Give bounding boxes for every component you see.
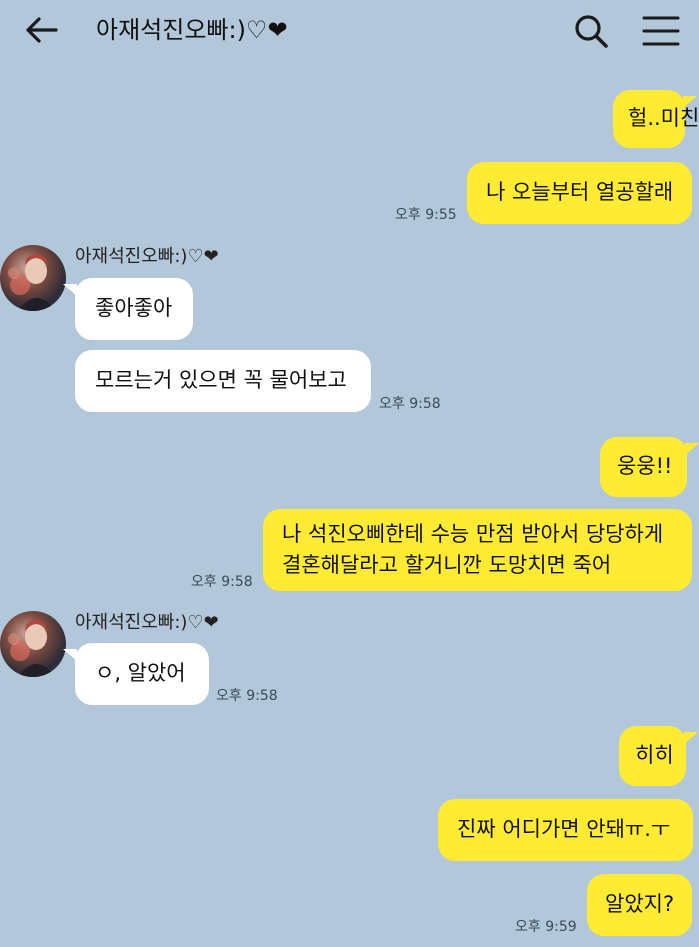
bubble-tail bbox=[63, 649, 77, 661]
message-text: 알았지? bbox=[605, 892, 675, 916]
arrow-left-icon bbox=[26, 17, 58, 43]
message-bubble-sent[interactable]: 진짜 어디가면 안돼ㅠ.ㅜ bbox=[438, 799, 693, 861]
bubble-tail bbox=[684, 732, 698, 744]
message-bubble-sent[interactable]: 웅웅!! bbox=[600, 437, 687, 497]
message-text: 좋아좋아 bbox=[95, 296, 173, 320]
message-bubble-received[interactable]: 모르는거 있으면 꼭 물어보고 bbox=[75, 350, 371, 412]
sender-avatar[interactable] bbox=[0, 611, 66, 677]
message-text: 나 오늘부터 열공할래 bbox=[486, 180, 674, 204]
chat-title: 아재석진오빠:)♡❤︎ bbox=[96, 16, 288, 44]
bubble-tail bbox=[685, 443, 699, 455]
avatar-photo-icon bbox=[8, 254, 56, 311]
message-text: 헐..미친 bbox=[628, 106, 699, 130]
avatar-photo-icon bbox=[8, 620, 56, 677]
message-bubble-sent[interactable]: 알았지? bbox=[587, 874, 692, 936]
message-text: 히히 bbox=[635, 743, 674, 767]
message-bubble-received[interactable]: 좋아좋아 bbox=[75, 278, 193, 340]
search-icon bbox=[575, 15, 608, 48]
search-button[interactable] bbox=[570, 10, 612, 52]
bubble-tail bbox=[63, 284, 77, 296]
message-text-line: 결혼해달라고 할거니깐 도망치면 죽어 bbox=[282, 553, 612, 577]
message-timestamp: 오후 9:55 bbox=[395, 207, 457, 223]
message-text: 웅웅!! bbox=[617, 454, 673, 478]
bubble-tail bbox=[683, 96, 697, 108]
message-timestamp: 오후 9:59 bbox=[515, 919, 577, 935]
message-bubble-sent[interactable]: 나 석진오삐한테 수능 만점 받아서 당당하게 결혼해달라고 할거니깐 도망치면… bbox=[263, 509, 692, 591]
sender-name: 아재석진오빠:)♡❤︎ bbox=[75, 246, 219, 267]
message-text: 모르는거 있으면 꼭 물어보고 bbox=[95, 368, 347, 392]
message-bubble-sent[interactable]: 히히 bbox=[619, 726, 686, 786]
message-bubble-sent[interactable]: 헐..미친 bbox=[613, 90, 699, 148]
message-text: 진짜 어디가면 안돼ㅠ.ㅜ bbox=[457, 817, 671, 841]
menu-button[interactable] bbox=[640, 12, 682, 50]
sender-name: 아재석진오빠:)♡❤︎ bbox=[75, 612, 219, 633]
sender-avatar[interactable] bbox=[0, 245, 66, 311]
message-timestamp: 오후 9:58 bbox=[379, 396, 441, 412]
message-text-line: 나 석진오삐한테 수능 만점 받아서 당당하게 bbox=[282, 522, 664, 546]
message-bubble-received[interactable]: ㅇ, 알았어 bbox=[75, 643, 209, 705]
message-timestamp: 오후 9:58 bbox=[191, 574, 253, 590]
message-text: ㅇ, 알았어 bbox=[95, 661, 186, 685]
message-timestamp: 오후 9:58 bbox=[216, 688, 278, 704]
back-button[interactable] bbox=[22, 12, 62, 48]
chat-header: 아재석진오빠:)♡❤︎ bbox=[0, 0, 699, 62]
message-bubble-sent[interactable]: 나 오늘부터 열공할래 bbox=[467, 162, 692, 224]
hamburger-menu-icon bbox=[642, 16, 680, 46]
